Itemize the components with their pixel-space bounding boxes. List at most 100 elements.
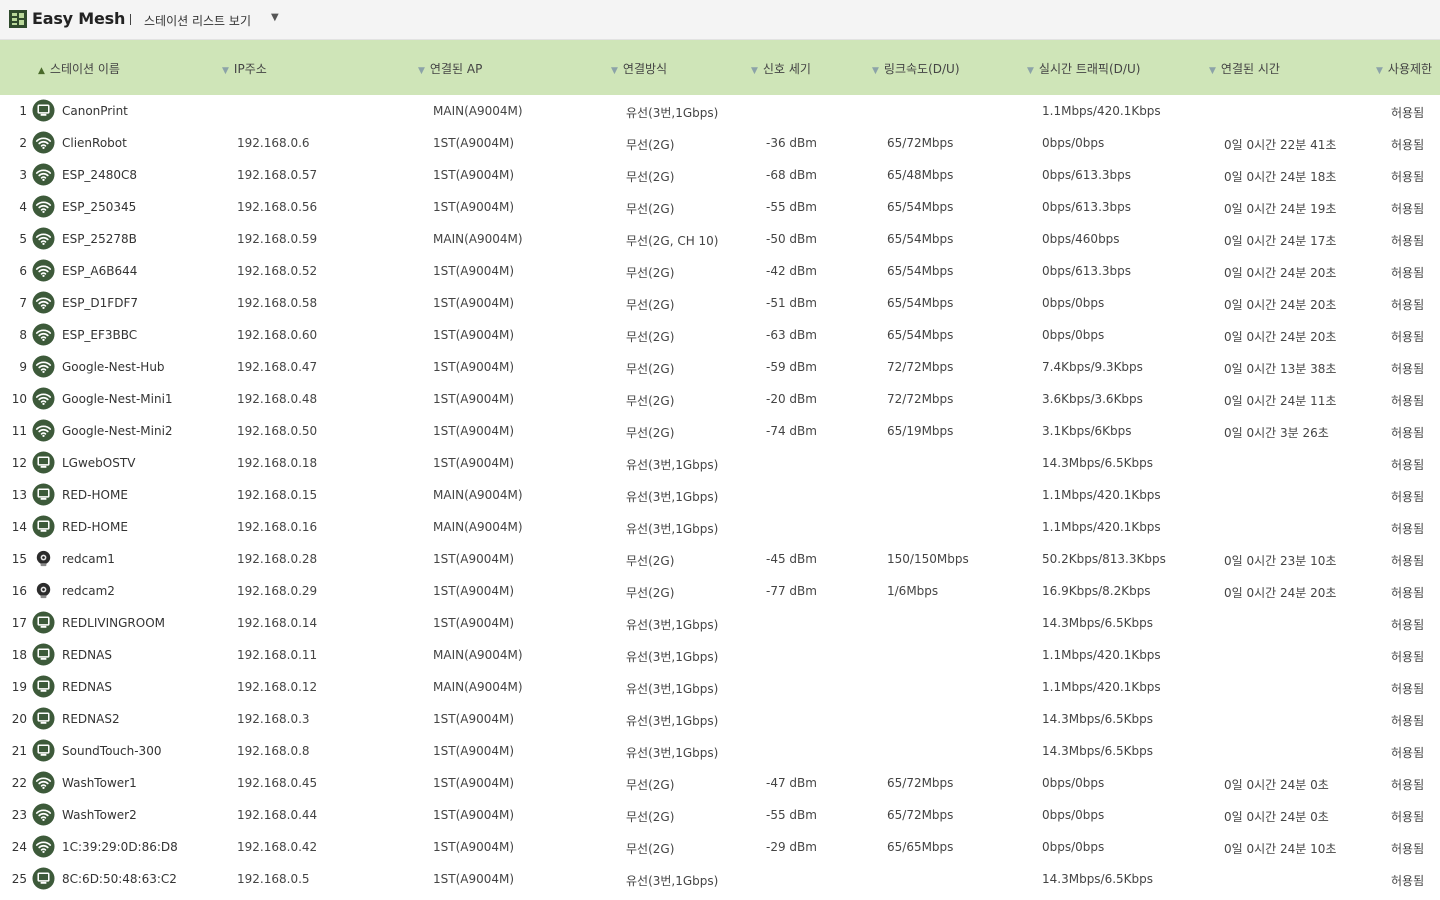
access-status[interactable]: 허용됨 <box>1391 840 1424 857</box>
column-header-traffic[interactable]: ▼ 실시간 트래픽(D/U) <box>1027 60 1140 77</box>
table-row[interactable]: 5 ESP_25278B 192.168.0.59 MAIN(A9004M) 무선(2G… <box>0 223 1440 255</box>
column-header-name[interactable]: ▲ 스테이션 이름 <box>38 60 120 77</box>
view-selector-dropdown-icon[interactable]: ▼ <box>271 12 279 23</box>
row-number: 7 <box>19 296 27 310</box>
access-status[interactable]: 허용됨 <box>1391 296 1424 313</box>
access-status[interactable]: 허용됨 <box>1391 520 1424 537</box>
table-row[interactable]: 17 REDLIVINGROOM 192.168.0.14 1ST(A9004M) 유선… <box>0 607 1440 639</box>
table-row[interactable]: 4 ESP_250345 192.168.0.56 1ST(A9004M) 무선(2G)… <box>0 191 1440 223</box>
table-row[interactable]: 19 REDNAS 192.168.0.12 MAIN(A9004M) 유선(3번,1G… <box>0 671 1440 703</box>
row-number: 5 <box>19 232 27 246</box>
wifi-icon <box>32 259 55 282</box>
table-row[interactable]: 15 redcam1 192.168.0.28 1ST(A9004M) 무선(2G) -4… <box>0 543 1440 575</box>
ip-address: 192.168.0.12 <box>237 680 318 694</box>
table-row[interactable]: 12 LGwebOSTV 192.168.0.18 1ST(A9004M) 유선(3번,… <box>0 447 1440 479</box>
view-selector-label[interactable]: 스테이션 리스트 보기 <box>144 12 251 29</box>
connected-ap: 1ST(A9004M) <box>433 616 515 630</box>
realtime-traffic: 1.1Mbps/420.1Kbps <box>1042 648 1161 662</box>
table-row[interactable]: 7 ESP_D1FDF7 192.168.0.58 1ST(A9004M) 무선(2G)… <box>0 287 1440 319</box>
wired-device-icon <box>32 611 55 634</box>
connected-ap: 1ST(A9004M) <box>433 168 515 182</box>
column-header-conn[interactable]: ▼ 연결방식 <box>611 60 667 77</box>
access-status[interactable]: 허용됨 <box>1391 104 1424 121</box>
column-header-access[interactable]: ▼ 사용제한 <box>1376 60 1432 77</box>
access-status[interactable]: 허용됨 <box>1391 424 1424 441</box>
realtime-traffic: 50.2Kbps/813.3Kbps <box>1042 552 1166 566</box>
column-header-link[interactable]: ▼ 링크속도(D/U) <box>872 60 960 77</box>
table-row[interactable]: 3 ESP_2480C8 192.168.0.57 1ST(A9004M) 무선(2G)… <box>0 159 1440 191</box>
access-status[interactable]: 허용됨 <box>1391 872 1424 889</box>
realtime-traffic: 7.4Kbps/9.3Kbps <box>1042 360 1143 374</box>
column-header-signal[interactable]: ▼ 신호 세기 <box>751 60 811 77</box>
signal-strength: -74 dBm <box>766 424 817 438</box>
access-status[interactable]: 허용됨 <box>1391 776 1424 793</box>
table-row[interactable]: 11 Google-Nest-Mini2 192.168.0.50 1ST(A9004… <box>0 415 1440 447</box>
station-name: ESP_2480C8 <box>62 168 137 182</box>
connection-type: 유선(3번,1Gbps) <box>626 746 719 760</box>
access-status[interactable]: 허용됨 <box>1391 392 1424 409</box>
access-status[interactable]: 허용됨 <box>1391 168 1424 185</box>
connection-type: 무선(2G) <box>626 170 675 184</box>
ip-address: 192.168.0.29 <box>237 584 318 598</box>
ip-address: 192.168.0.16 <box>237 520 318 534</box>
access-status[interactable]: 허용됨 <box>1391 808 1424 825</box>
connection-type: 무선(2G) <box>626 586 675 600</box>
access-status[interactable]: 허용됨 <box>1391 456 1424 473</box>
wifi-icon <box>32 771 55 794</box>
table-row[interactable]: 23 WashTower2 192.168.0.44 1ST(A9004M) 무선(2G… <box>0 799 1440 831</box>
column-header-time[interactable]: ▼ 연결된 시간 <box>1209 60 1280 77</box>
table-row[interactable]: 14 RED-HOME 192.168.0.16 MAIN(A9004M) 유선(3번,… <box>0 511 1440 543</box>
row-number: 21 <box>11 744 27 758</box>
row-number: 11 <box>11 424 27 438</box>
table-row[interactable]: 9 Google-Nest-Hub 192.168.0.47 1ST(A9004M) 무… <box>0 351 1440 383</box>
link-speed: 65/54Mbps <box>887 328 954 342</box>
table-row[interactable]: 8 ESP_EF3BBC 192.168.0.60 1ST(A9004M) 무선(2G)… <box>0 319 1440 351</box>
table-row[interactable]: 6 ESP_A6B644 192.168.0.52 1ST(A9004M) 무선(2G)… <box>0 255 1440 287</box>
table-row[interactable]: 21 SoundTouch-300 192.168.0.8 1ST(A9004M) 유선… <box>0 735 1440 767</box>
connected-ap: 1ST(A9004M) <box>433 456 515 470</box>
access-status[interactable]: 허용됨 <box>1391 488 1424 505</box>
table-row[interactable]: 20 REDNAS2 192.168.0.3 1ST(A9004M) 유선(3번,1Gb… <box>0 703 1440 735</box>
connected-time: 0일 0시간 24분 18초 <box>1224 170 1337 184</box>
wired-device-icon <box>32 99 55 122</box>
access-status[interactable]: 허용됨 <box>1391 584 1424 601</box>
table-row[interactable]: 10 Google-Nest-Mini1 192.168.0.48 1ST(A9004… <box>0 383 1440 415</box>
ip-address: 192.168.0.58 <box>237 296 318 310</box>
table-row[interactable]: 24 1C:39:29:0D:86:D8 192.168.0.42 1ST(A9004… <box>0 831 1440 863</box>
realtime-traffic: 14.3Mbps/6.5Kbps <box>1042 744 1154 758</box>
connected-ap: 1ST(A9004M) <box>433 296 515 310</box>
ip-address: 192.168.0.8 <box>237 744 310 758</box>
realtime-traffic: 1.1Mbps/420.1Kbps <box>1042 488 1161 502</box>
connected-ap: 1ST(A9004M) <box>433 744 515 758</box>
signal-strength: -55 dBm <box>766 200 817 214</box>
access-status[interactable]: 허용됨 <box>1391 264 1424 281</box>
access-status[interactable]: 허용됨 <box>1391 200 1424 217</box>
connection-type: 무선(2G) <box>626 362 675 376</box>
row-number: 8 <box>19 328 27 342</box>
access-status[interactable]: 허용됨 <box>1391 136 1424 153</box>
access-status[interactable]: 허용됨 <box>1391 680 1424 697</box>
table-row[interactable]: 2 ClienRobot 192.168.0.6 1ST(A9004M) 무선(2G) -… <box>0 127 1440 159</box>
table-row[interactable]: 22 WashTower1 192.168.0.45 1ST(A9004M) 무선(2G… <box>0 767 1440 799</box>
table-row[interactable]: 16 redcam2 192.168.0.29 1ST(A9004M) 무선(2G) -7… <box>0 575 1440 607</box>
table-row[interactable]: 1 CanonPrint MAIN(A9004M) 유선(3번,1Gbps) 1.1Mb… <box>0 95 1440 127</box>
app-title: Easy Mesh <box>32 9 126 28</box>
link-speed: 150/150Mbps <box>887 552 969 566</box>
link-speed: 65/48Mbps <box>887 168 954 182</box>
access-status[interactable]: 허용됨 <box>1391 328 1424 345</box>
access-status[interactable]: 허용됨 <box>1391 712 1424 729</box>
access-status[interactable]: 허용됨 <box>1391 648 1424 665</box>
access-status[interactable]: 허용됨 <box>1391 616 1424 633</box>
table-row[interactable]: 25 8C:6D:50:48:63:C2 192.168.0.5 1ST(A9004M… <box>0 863 1440 895</box>
access-status[interactable]: 허용됨 <box>1391 232 1424 249</box>
table-row[interactable]: 18 REDNAS 192.168.0.11 MAIN(A9004M) 유선(3번,1G… <box>0 639 1440 671</box>
title-separator <box>130 14 131 25</box>
access-status[interactable]: 허용됨 <box>1391 360 1424 377</box>
access-status[interactable]: 허용됨 <box>1391 552 1424 569</box>
column-header-ip[interactable]: ▼ IP주소 <box>222 60 267 77</box>
column-header-ap[interactable]: ▼ 연결된 AP <box>418 60 482 77</box>
ip-address: 192.168.0.52 <box>237 264 318 278</box>
sort-icon: ▼ <box>1027 66 1034 76</box>
access-status[interactable]: 허용됨 <box>1391 744 1424 761</box>
table-row[interactable]: 13 RED-HOME 192.168.0.15 MAIN(A9004M) 유선(3번,… <box>0 479 1440 511</box>
